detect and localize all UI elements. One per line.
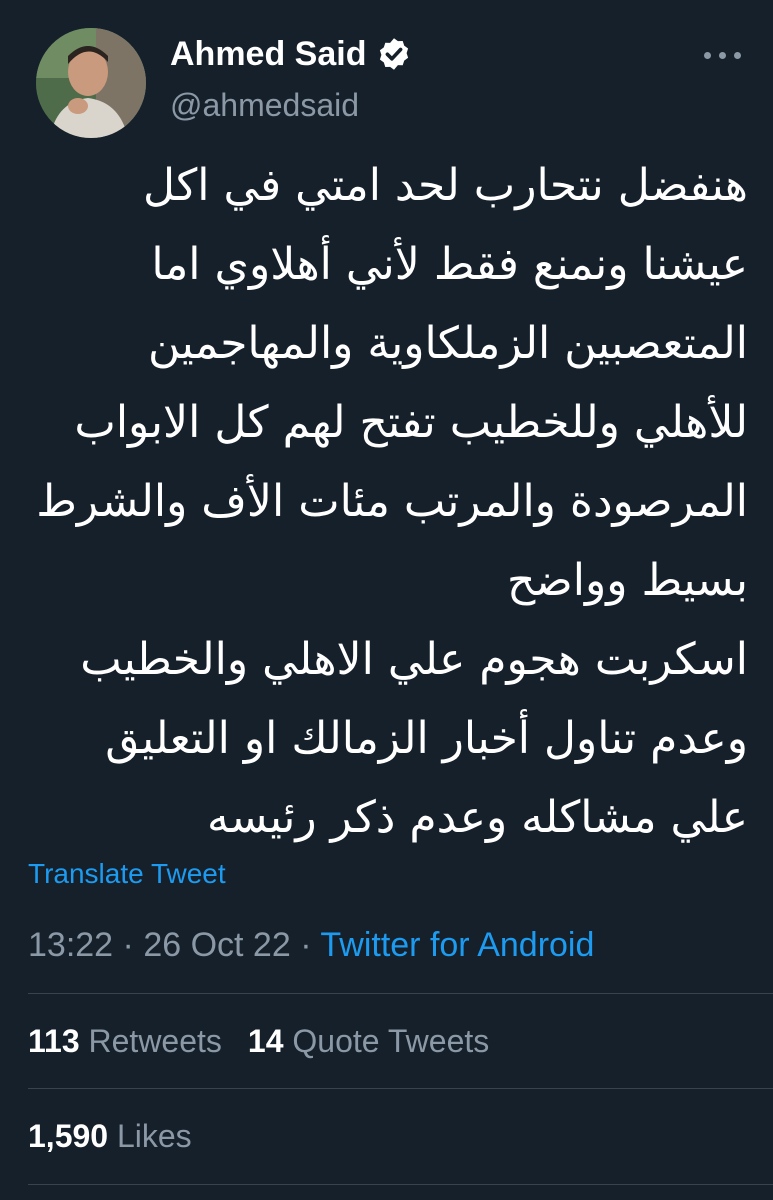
- retweets-stat[interactable]: 113 Retweets: [28, 1023, 222, 1059]
- author-display-name[interactable]: Ahmed Said: [170, 28, 366, 80]
- tweet-line: اسكربت هجوم علي الاهلي والخطيب: [80, 634, 748, 685]
- tweet-line: وعدم تناول أخبار الزمالك او التعليق: [105, 713, 748, 764]
- quote-tweets-stat[interactable]: 14 Quote Tweets: [248, 1023, 489, 1059]
- tweet-page: Ahmed Said @ahmedsaid هنفضل نتحارب لحد ا…: [0, 0, 773, 1200]
- likes-row: 1,590 Likes: [28, 1113, 192, 1159]
- likes-stat[interactable]: 1,590 Likes: [28, 1118, 192, 1154]
- tweet-line: المتعصبين الزملكاوية والمهاجمين: [148, 318, 748, 369]
- engagement-row: 113 Retweets 14 Quote Tweets: [28, 1018, 489, 1064]
- tweet-line: هنفضل نتحارب لحد امتي في اكل: [143, 160, 748, 211]
- tweet-source-link[interactable]: Twitter for Android: [320, 926, 594, 964]
- meta-separator: ·: [300, 926, 312, 964]
- divider: [28, 1184, 773, 1185]
- more-options-icon[interactable]: [692, 38, 752, 72]
- tweet-date[interactable]: 26 Oct 22: [143, 926, 290, 964]
- quotes-label: Quote Tweets: [292, 1023, 490, 1059]
- likes-count: 1,590: [28, 1118, 109, 1154]
- avatar[interactable]: [36, 28, 146, 138]
- likes-label: Likes: [116, 1118, 192, 1154]
- avatar-image: [36, 28, 146, 138]
- retweets-count: 113: [28, 1023, 80, 1059]
- author-handle[interactable]: @ahmedsaid: [170, 82, 412, 128]
- retweets-label: Retweets: [88, 1023, 222, 1059]
- divider: [28, 1088, 773, 1089]
- tweet-line: بسيط وواضح: [506, 555, 748, 606]
- tweet-line: علي مشاكله وعدم ذكر رئيسه: [206, 792, 748, 843]
- tweet-line: عيشنا ونمنع فقط لأني أهلاوي اما: [151, 239, 748, 290]
- tweet-line: المرصودة والمرتب مئات الأف والشرط: [36, 476, 748, 527]
- translate-tweet-link[interactable]: Translate Tweet: [28, 854, 226, 894]
- tweet-line: للأهلي وللخطيب تفتح لهم كل الابواب: [74, 397, 748, 448]
- meta-separator: ·: [122, 926, 134, 964]
- author-block: Ahmed Said @ahmedsaid: [170, 28, 412, 128]
- quotes-count: 14: [247, 1023, 284, 1059]
- divider: [28, 993, 773, 994]
- tweet-time[interactable]: 13:22: [28, 926, 113, 964]
- tweet-text: هنفضل نتحارب لحد امتي في اكل عيشنا ونمنع …: [26, 146, 748, 857]
- verified-badge-icon: [376, 36, 412, 72]
- name-row: Ahmed Said: [170, 28, 412, 80]
- tweet-meta: 13:22 · 26 Oct 22 · Twitter for Android: [28, 920, 594, 970]
